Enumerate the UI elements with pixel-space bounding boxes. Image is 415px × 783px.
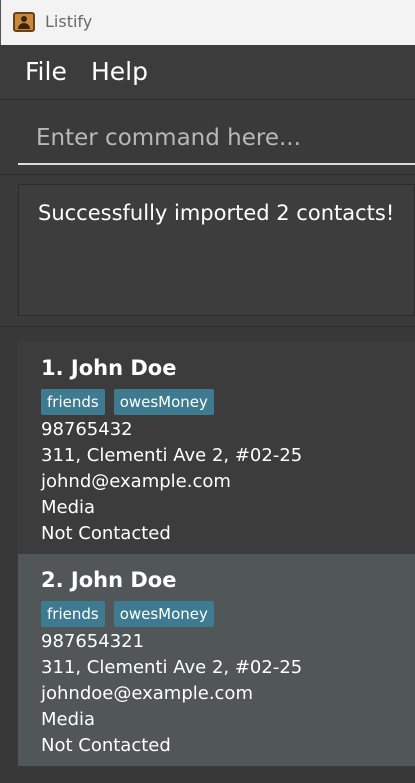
tag-list: friends owesMoney — [41, 601, 214, 627]
menu-help[interactable]: Help — [91, 57, 148, 86]
contact-status: Not Contacted — [41, 735, 171, 756]
contact-address: 311, Clementi Ave 2, #02-25 — [41, 445, 303, 466]
result-message: Successfully imported 2 contacts! — [38, 201, 395, 225]
contact-name: 1. John Doe — [41, 356, 177, 380]
contact-card-selected[interactable]: 2. John Doe friends owesMoney 987654321 … — [18, 554, 415, 766]
tag-badge: friends — [41, 601, 105, 627]
contact-phone: 98765432 — [41, 419, 133, 440]
contact-book-icon — [13, 12, 35, 32]
contact-list[interactable]: 1. John Doe friends owesMoney 98765432 3… — [0, 326, 415, 783]
result-panel: Successfully imported 2 contacts! — [0, 174, 415, 326]
contact-address: 311, Clementi Ave 2, #02-25 — [41, 657, 303, 678]
title-bar: Listify — [0, 0, 415, 45]
command-input[interactable] — [18, 113, 415, 165]
tag-list: friends owesMoney — [41, 389, 214, 415]
menu-bar: File Help — [0, 45, 415, 99]
tag-badge: owesMoney — [113, 389, 214, 415]
contact-category: Media — [41, 709, 96, 730]
menu-file[interactable]: File — [25, 57, 67, 86]
contact-category: Media — [41, 497, 96, 518]
result-display: Successfully imported 2 contacts! — [18, 184, 415, 316]
contact-email: johnd@example.com — [41, 471, 231, 492]
contact-phone: 987654321 — [41, 631, 145, 652]
contact-card[interactable]: 1. John Doe friends owesMoney 98765432 3… — [18, 342, 415, 554]
command-panel — [0, 99, 415, 173]
window-title: Listify — [45, 12, 93, 31]
tag-badge: owesMoney — [113, 601, 214, 627]
contact-email: johndoe@example.com — [41, 683, 253, 704]
contact-status: Not Contacted — [41, 523, 171, 544]
tag-badge: friends — [41, 389, 105, 415]
contact-name: 2. John Doe — [41, 568, 177, 592]
